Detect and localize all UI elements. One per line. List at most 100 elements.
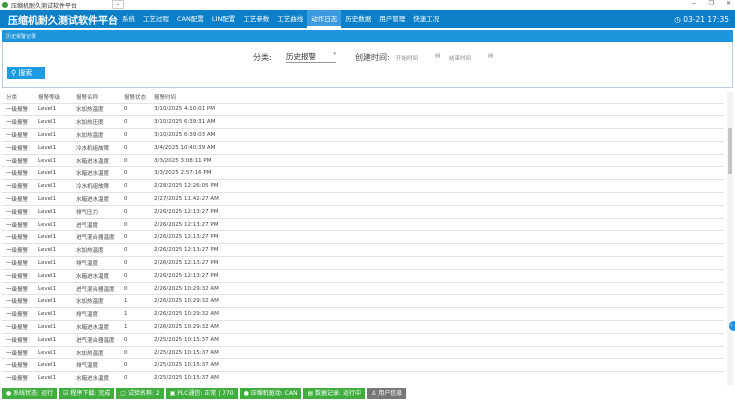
- table-cell: 2/26/2025 12:13:27 PM: [150, 230, 724, 244]
- collapse-panel-icon[interactable]: ‹: [729, 321, 735, 331]
- status-item: ▤ 数据记录: 运行中: [303, 388, 365, 399]
- nav-item[interactable]: 系统: [118, 10, 139, 28]
- table-cell: Level1: [34, 140, 72, 155]
- table-cell: 进气温度: [72, 217, 120, 231]
- table-cell: 一级报警: [2, 192, 34, 206]
- table-cell: 一级报警: [2, 153, 34, 167]
- chevron-down-icon[interactable]: ⌄: [112, 0, 124, 9]
- col-header[interactable]: 报警名称: [72, 92, 120, 103]
- table-cell: 2/26/2025 12:13:27 PM: [150, 204, 724, 219]
- table-row[interactable]: 一级报警 Level1 水箱进水温度 0 2/25/2025 10:15:37 AM: [2, 371, 724, 385]
- nav-item[interactable]: 快速工况: [409, 10, 443, 28]
- table-cell: 0: [120, 243, 150, 257]
- calendar-icon[interactable]: ▤: [435, 53, 440, 59]
- table-cell: 0: [120, 268, 150, 283]
- table-row[interactable]: 一级报警 Level1 排气压力 0 2/26/2025 12:13:27 PM: [2, 204, 724, 219]
- table-cell: 3/4/2025 10:40:39 AM: [150, 140, 724, 155]
- nav-item[interactable]: CAN配置: [173, 10, 208, 28]
- table-cell: 一级报警: [2, 140, 34, 155]
- table-row[interactable]: 一级报警 Level1 排气温度 1 2/26/2025 10:29:32 AM: [2, 307, 724, 321]
- nav-item[interactable]: 工艺曲线: [273, 10, 307, 28]
- nav-item[interactable]: 工艺过程: [139, 10, 173, 28]
- search-button[interactable]: ⚲ 搜索: [7, 67, 45, 79]
- table-cell: Level1: [34, 128, 72, 142]
- table-row[interactable]: 一级报警 Level1 水箱进水温度 0 3/3/2025 2:57:16 PM: [2, 166, 724, 180]
- table-cell: 2/25/2025 10:15:37 AM: [150, 371, 724, 385]
- table-cell: 进气混合器温度: [72, 332, 120, 347]
- table-cell: 3/10/2025 6:39:31 AM: [150, 115, 724, 129]
- table-row[interactable]: 一级报警 Level1 水箱进水温度 1 2/26/2025 10:29:32 AM: [2, 320, 724, 334]
- table-row[interactable]: 一级报警 Level1 水加热温度 1 2/26/2025 10:29:32 AM: [2, 294, 724, 308]
- table-cell: 一级报警: [2, 268, 34, 283]
- nav-item[interactable]: 动作日志: [307, 10, 342, 28]
- nav-item[interactable]: 历史数据: [341, 10, 375, 28]
- col-header[interactable]: 报警状态: [120, 92, 150, 103]
- table-cell: 2/26/2025 10:29:32 AM: [150, 320, 724, 334]
- search-icon: ⚲: [11, 69, 17, 77]
- table-row[interactable]: 一级报警 Level1 水加热温度 0 3/10/2025 6:39:03 AM: [2, 128, 724, 142]
- table-cell: 2/27/2025 11:42:27 AM: [150, 192, 724, 206]
- table-row[interactable]: 一级报警 Level1 水加热压度 0 3/10/2025 6:39:31 AM: [2, 115, 724, 129]
- category-label: 分类:: [253, 53, 272, 62]
- status-item: ● 系统状态: 运行: [2, 388, 58, 399]
- table-cell: Level1: [34, 230, 72, 244]
- nav-item[interactable]: 工艺参数: [239, 10, 273, 28]
- maximize-button[interactable]: ❐: [709, 0, 714, 7]
- status-item: ☑ 程序下载: 完成: [59, 388, 115, 399]
- table-row[interactable]: 一级报警 Level1 冷水机组故障 0 3/4/2025 10:40:39 AM: [2, 140, 724, 155]
- table-cell: 一级报警: [2, 281, 34, 295]
- col-header[interactable]: 报警时间: [150, 92, 724, 103]
- start-time-input[interactable]: 开始时间: [396, 54, 418, 62]
- table-cell: 一级报警: [2, 243, 34, 257]
- table-row[interactable]: 一级报警 Level1 进气混合器温度 0 2/26/2025 12:13:27 PM: [2, 230, 724, 244]
- table-cell: Level1: [34, 358, 72, 372]
- table-cell: Level1: [34, 294, 72, 308]
- table-cell: 2/26/2025 12:13:27 PM: [150, 256, 724, 270]
- table-cell: 0: [120, 102, 150, 116]
- filter-panel: 分类: 历史报警 ▾ 创建时间: 开始时间 ▤ 结束时间 ▤ ⚲ 搜索: [2, 42, 733, 88]
- table-row[interactable]: 一级报警 Level1 水加热温度 0 3/10/2025 4:10:01 PM: [2, 102, 724, 116]
- table-row[interactable]: 一级报警 Level1 冷水机组故障 0 2/28/2025 12:26:05 PM: [2, 179, 724, 193]
- table-cell: 0: [120, 281, 150, 295]
- table-cell: 一级报警: [2, 102, 34, 116]
- table-cell: 冷水机组故障: [72, 140, 120, 155]
- table-row[interactable]: 一级报警 Level1 排气温度 0 2/25/2025 10:15:37 AM: [2, 358, 724, 372]
- category-select[interactable]: 历史报警 ▾: [286, 51, 336, 63]
- vertical-scrollbar[interactable]: [727, 92, 733, 385]
- status-item[interactable]: ♙ 用户信息: [366, 388, 407, 399]
- end-time-input[interactable]: 结束时间: [449, 54, 471, 62]
- table-cell: Level1: [34, 307, 72, 321]
- calendar-icon[interactable]: ▤: [488, 53, 493, 59]
- table-cell: 2/28/2025 12:26:05 PM: [150, 179, 724, 193]
- table-cell: Level1: [34, 320, 72, 334]
- col-header[interactable]: 分类: [2, 92, 34, 103]
- minimize-button[interactable]: −: [692, 0, 697, 7]
- table-cell: 水加热温度: [72, 128, 120, 142]
- table-row[interactable]: 一级报警 Level1 进气混合器温度 0 2/25/2025 10:15:37 AM: [2, 332, 724, 347]
- table-cell: 一级报警: [2, 204, 34, 219]
- table-row[interactable]: 一级报警 Level1 进气温度 0 2/26/2025 12:13:27 PM: [2, 217, 724, 231]
- table-row[interactable]: 一级报警 Level1 水箱进水温度 0 2/27/2025 11:42:27 AM: [2, 192, 724, 206]
- col-header[interactable]: 报警等级: [34, 92, 72, 103]
- table-cell: 0: [120, 179, 150, 193]
- scrollbar-thumb[interactable]: [728, 128, 732, 174]
- table-cell: 2/25/2025 10:15:37 AM: [150, 358, 724, 372]
- table-cell: 进气混合器温度: [72, 281, 120, 295]
- table-cell: 一级报警: [2, 358, 34, 372]
- window-title: 压缩机耐久测试软件平台: [11, 2, 78, 10]
- table-row[interactable]: 一级报警 Level1 排气温度 0 2/26/2025 12:13:27 PM: [2, 256, 724, 270]
- nav-item[interactable]: LIN配置: [208, 10, 239, 28]
- table-cell: 2/26/2025 10:29:32 AM: [150, 307, 724, 321]
- table-row[interactable]: 一级报警 Level1 水箱进水温度 0 2/26/2025 12:13:27 PM: [2, 268, 724, 283]
- table-cell: 3/3/2025 2:57:16 PM: [150, 166, 724, 180]
- clock: ◷ 03-21 17:35: [674, 14, 729, 24]
- table-row[interactable]: 一级报警 Level1 进气混合器温度 0 2/26/2025 10:29:32 AM: [2, 281, 724, 295]
- table-row[interactable]: 一级报警 Level1 水箱进水温度 0 3/3/2025 3:08:11 PM: [2, 153, 724, 167]
- table-row[interactable]: 一级报警 Level1 水加热温度 0 2/25/2025 10:15:37 AM: [2, 345, 724, 359]
- nav-item[interactable]: 用户管理: [375, 10, 409, 28]
- close-button[interactable]: ✕: [726, 0, 731, 7]
- table-row[interactable]: 一级报警 Level1 水加热温度 0 2/26/2025 12:13:27 PM: [2, 243, 724, 257]
- time-label: 创建时间:: [355, 53, 390, 62]
- table-cell: Level1: [34, 243, 72, 257]
- table-cell: Level1: [34, 115, 72, 129]
